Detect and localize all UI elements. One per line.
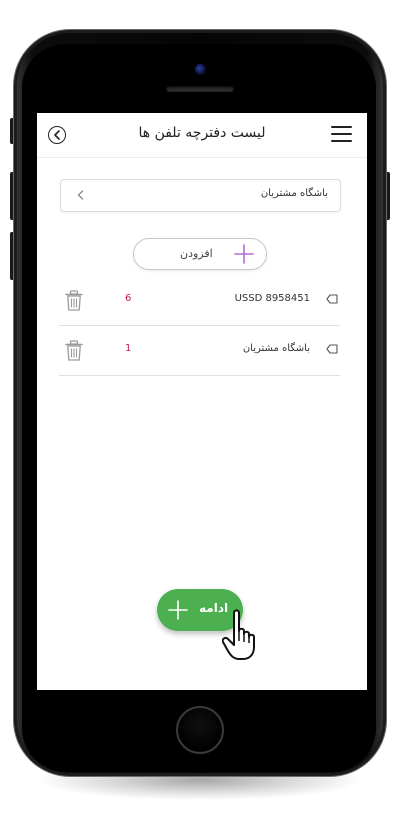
- phonebook-list: 6 USSD 8958451 1 باشگاه مشتریان: [59, 276, 340, 376]
- add-button[interactable]: افزودن: [133, 238, 267, 270]
- phonebook-select[interactable]: باشگاه مشتریان: [60, 179, 341, 212]
- list-item[interactable]: 6 USSD 8958451: [59, 276, 340, 326]
- page: لیست دفترچه تلفن ها باشگاه مشتریان افزود…: [0, 0, 400, 816]
- add-button-label: افزودن: [180, 247, 213, 260]
- app-header: لیست دفترچه تلفن ها: [37, 113, 367, 158]
- earpiece-speaker: [166, 86, 234, 92]
- phonebook-select-value: باشگاه مشتریان: [260, 188, 328, 199]
- trash-icon[interactable]: [65, 290, 83, 312]
- item-count: 6: [125, 293, 132, 304]
- chevron-left-icon: [77, 190, 84, 200]
- tag-icon: [326, 344, 338, 354]
- hamburger-menu-icon[interactable]: [331, 126, 352, 142]
- item-label: باشگاه مشتریان: [242, 343, 310, 354]
- hand-pointer-icon: [222, 609, 255, 660]
- plus-icon: [168, 600, 188, 620]
- tag-icon: [326, 294, 338, 304]
- menu-line: [331, 140, 352, 142]
- page-title: لیست دفترچه تلفن ها: [138, 125, 266, 141]
- list-item[interactable]: 1 باشگاه مشتریان: [59, 326, 340, 376]
- plus-icon: [234, 244, 254, 264]
- trash-icon[interactable]: [65, 340, 83, 362]
- back-button[interactable]: [48, 126, 66, 144]
- front-camera: [195, 64, 206, 75]
- chevron-left-icon: [54, 130, 60, 140]
- home-button: [176, 706, 224, 754]
- menu-line: [331, 133, 352, 135]
- item-count: 1: [125, 343, 132, 354]
- app-screen: لیست دفترچه تلفن ها باشگاه مشتریان افزود…: [37, 113, 367, 690]
- menu-line: [331, 126, 352, 128]
- item-label: USSD 8958451: [234, 293, 310, 304]
